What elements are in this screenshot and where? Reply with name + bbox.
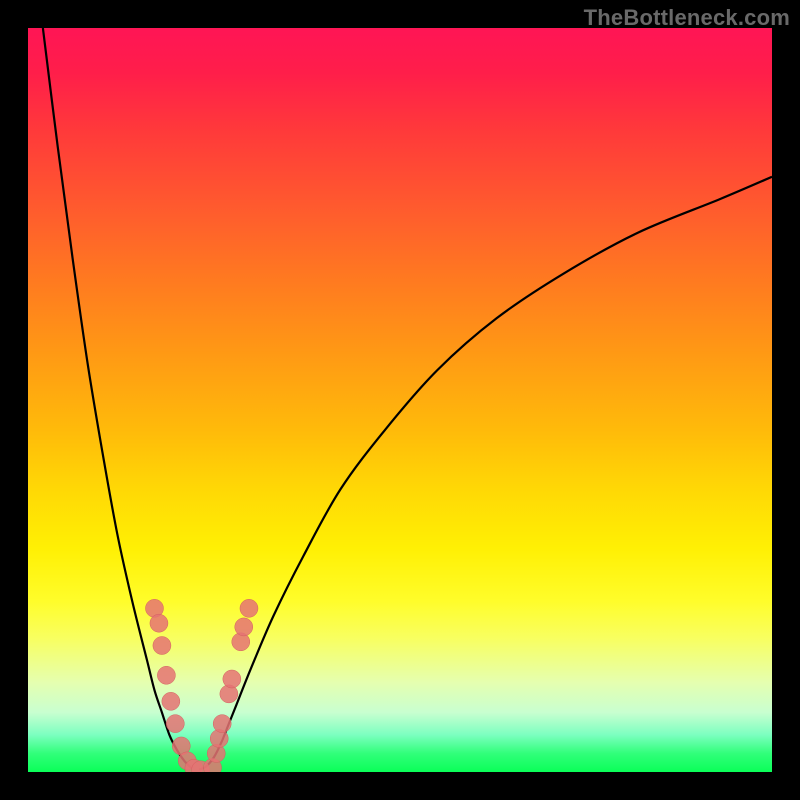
highlight-dot	[150, 614, 168, 632]
left-branch-path	[43, 28, 192, 768]
highlight-dot	[213, 715, 231, 733]
highlight-dot	[235, 618, 253, 636]
highlight-dot	[162, 692, 180, 710]
highlight-dot	[166, 715, 184, 733]
curve-layer	[28, 28, 772, 772]
right-branch-path	[199, 177, 772, 770]
watermark-text: TheBottleneck.com	[584, 5, 790, 31]
highlight-dot	[223, 670, 241, 688]
highlight-dot	[240, 599, 258, 617]
plot-area	[28, 28, 772, 772]
highlight-dot	[153, 637, 171, 655]
highlight-dot	[157, 666, 175, 684]
outer-frame: TheBottleneck.com	[0, 0, 800, 800]
highlight-dots	[145, 599, 257, 772]
